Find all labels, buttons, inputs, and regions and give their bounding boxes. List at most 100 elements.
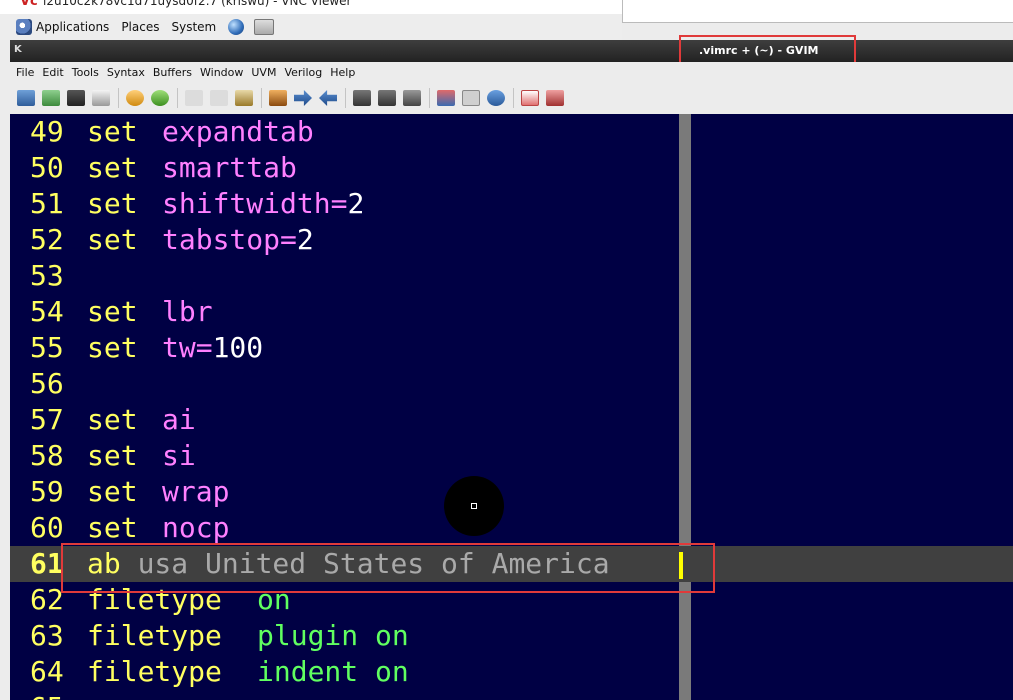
code-line[interactable]: 59 set wrap	[10, 474, 1013, 510]
editor-area[interactable]: 49 set expandtab 50 set smarttab 51 set …	[10, 114, 1013, 700]
find-help-icon[interactable]	[546, 90, 564, 106]
code-line[interactable]: 51 set shiftwidth=2	[10, 186, 1013, 222]
code-line[interactable]: 60 set nocp	[10, 510, 1013, 546]
line-number: 61	[30, 547, 64, 580]
save-session-icon[interactable]	[378, 90, 396, 106]
toolbar-separator	[345, 88, 346, 108]
code-line[interactable]: 56	[10, 366, 1013, 402]
abbreviation-text: ab usa United States of America	[87, 547, 610, 580]
print-icon[interactable]	[92, 90, 110, 106]
window-title-bar[interactable]: K .vimrc + (~) - GVIM	[10, 40, 1013, 62]
open-icon[interactable]	[17, 90, 35, 106]
save-icon[interactable]	[67, 90, 85, 106]
menu-window[interactable]: Window	[200, 66, 243, 79]
keyword: set	[87, 439, 138, 472]
filetype-arg: plugin on	[257, 619, 409, 652]
keyword: set	[87, 511, 138, 544]
load-session-icon[interactable]	[353, 90, 371, 106]
keyword: set	[87, 403, 138, 436]
make-icon[interactable]	[437, 90, 455, 106]
filetype-arg: indent on	[257, 655, 409, 688]
copy-icon[interactable]	[210, 90, 228, 106]
menu-tools[interactable]: Tools	[72, 66, 99, 79]
toolbar-separator	[177, 88, 178, 108]
cut-icon[interactable]	[185, 90, 203, 106]
line-number: 64	[30, 655, 64, 688]
menu-buffers[interactable]: Buffers	[153, 66, 192, 79]
code-line[interactable]: 52 set tabstop=2	[10, 222, 1013, 258]
keyword: set	[87, 151, 138, 184]
panel-menu-applications[interactable]: Applications	[36, 20, 109, 34]
code-line[interactable]: 57 set ai	[10, 402, 1013, 438]
keyword: filetype	[87, 619, 222, 652]
find-prev-icon[interactable]	[319, 90, 337, 106]
toolbar-separator	[429, 88, 430, 108]
toolbar-separator	[261, 88, 262, 108]
gvim-window-icon[interactable]: K	[14, 44, 28, 58]
menu-syntax[interactable]: Syntax	[107, 66, 145, 79]
option: ai	[162, 403, 196, 436]
keyword: set	[87, 475, 138, 508]
panel-menu-system[interactable]: System	[171, 20, 216, 34]
menu-verilog[interactable]: Verilog	[284, 66, 322, 79]
window-title: .vimrc + (~) - GVIM	[699, 44, 819, 57]
find-next-icon[interactable]	[294, 90, 312, 106]
code-line[interactable]: 62 filetype on	[10, 582, 1013, 618]
save-up-icon[interactable]	[42, 90, 60, 106]
code-line[interactable]: 50 set smarttab	[10, 150, 1013, 186]
current-code-line[interactable]: 61 ab usa United States of America	[10, 546, 1013, 582]
line-number: 62	[30, 583, 64, 616]
line-number: 63	[30, 619, 64, 652]
line-number: 51	[30, 187, 64, 220]
paste-icon[interactable]	[235, 90, 253, 106]
option: shiftwidth=2	[162, 187, 365, 220]
filetype-arg: on	[257, 583, 291, 616]
code-line[interactable]: 63 filetype plugin on	[10, 618, 1013, 654]
option: expandtab	[162, 115, 314, 148]
toolbar	[10, 82, 1013, 115]
line-number: 56	[30, 367, 64, 400]
background-window-edge	[622, 0, 1013, 23]
text-cursor	[679, 552, 683, 579]
undo-icon[interactable]	[126, 90, 144, 106]
option: tabstop=2	[162, 223, 314, 256]
option: wrap	[162, 475, 230, 508]
vnc-title: i2u10c2k78vc1d71uysd0f2:7 (kriswu) - VNC…	[43, 0, 352, 8]
code-line[interactable]: 49 set expandtab	[10, 114, 1013, 150]
mouse-pointer-indicator	[444, 476, 504, 536]
code-line[interactable]: 55 set tw=100	[10, 330, 1013, 366]
panel-menu-places[interactable]: Places	[121, 20, 159, 34]
top-panel: Applications Places System	[0, 14, 622, 40]
pointer-square-icon	[471, 503, 477, 509]
menu-file[interactable]: File	[16, 66, 34, 79]
line-number: 52	[30, 223, 64, 256]
menu-edit[interactable]: Edit	[42, 66, 63, 79]
code-line[interactable]: 65	[10, 690, 1013, 700]
redo-icon[interactable]	[151, 90, 169, 106]
line-number: 49	[30, 115, 64, 148]
build-tags-icon[interactable]	[462, 90, 480, 106]
line-number: 65	[30, 690, 64, 700]
line-number: 53	[30, 259, 64, 292]
menu-bar: File Edit Tools Syntax Buffers Window UV…	[10, 62, 1013, 82]
code-line[interactable]: 58 set si	[10, 438, 1013, 474]
menu-help[interactable]: Help	[330, 66, 355, 79]
menu-uvm[interactable]: UVM	[251, 66, 276, 79]
keyword: set	[87, 115, 138, 148]
mail-client-icon[interactable]	[254, 19, 275, 35]
line-number: 58	[30, 439, 64, 472]
code-line[interactable]: 54 set lbr	[10, 294, 1013, 330]
run-script-icon[interactable]	[403, 90, 421, 106]
option: lbr	[162, 295, 213, 328]
web-browser-icon[interactable]	[228, 19, 245, 35]
code-line[interactable]: 64 filetype indent on	[10, 654, 1013, 690]
jump-tag-icon[interactable]	[487, 90, 505, 106]
keyword: filetype	[87, 655, 222, 688]
line-number: 60	[30, 511, 64, 544]
find-replace-icon[interactable]	[269, 90, 287, 106]
help-icon[interactable]	[521, 90, 539, 106]
vnc-logo-icon: Vc	[20, 0, 38, 9]
code-line[interactable]: 53	[10, 258, 1013, 294]
gnome-foot-icon	[16, 19, 32, 35]
keyword: set	[87, 331, 138, 364]
